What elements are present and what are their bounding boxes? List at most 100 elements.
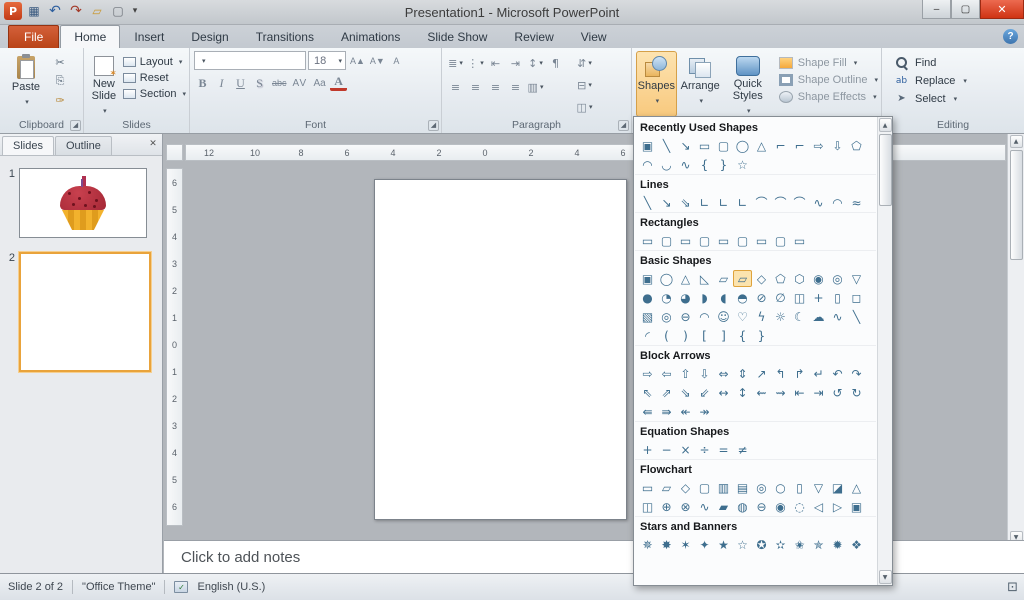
shape-item[interactable]: ⬠	[847, 137, 866, 154]
new-slide-button[interactable]: New Slide	[88, 51, 120, 117]
shape-item[interactable]: ⇔	[714, 365, 733, 382]
shape-item[interactable]: ◯	[733, 137, 752, 154]
replace-button[interactable]: ab Replace	[894, 74, 967, 87]
shape-item[interactable]: ↠	[695, 403, 714, 420]
scrollbar-thumb[interactable]	[1009, 150, 1023, 260]
shape-item[interactable]: ☺	[714, 308, 733, 325]
shape-item[interactable]: ◍	[733, 498, 752, 515]
shape-item[interactable]: ↰	[771, 365, 790, 382]
text-direction-button[interactable]: ¶	[546, 54, 565, 72]
change-case-button[interactable]: Aa	[311, 74, 328, 92]
shape-item[interactable]: ◉	[809, 270, 828, 287]
shape-item[interactable]: {	[695, 156, 714, 173]
shape-item[interactable]: ◺	[695, 270, 714, 287]
shape-outline-button[interactable]: Shape Outline	[778, 74, 878, 86]
shape-item[interactable]: )	[676, 327, 695, 344]
shape-item[interactable]: ◠	[828, 194, 847, 211]
reset-button[interactable]: Reset	[122, 72, 186, 84]
shape-item[interactable]: ✦	[695, 536, 714, 553]
shape-item[interactable]: ⇨	[809, 137, 828, 154]
clipboard-dialog-launcher-icon[interactable]: ◢	[70, 120, 81, 131]
shape-item[interactable]: ∟	[714, 194, 733, 211]
menu-scrollbar-track[interactable]	[878, 132, 892, 570]
shape-item[interactable]: ☼	[771, 308, 790, 325]
arrange-dropdown-arrow-icon[interactable]	[697, 94, 703, 106]
shape-item[interactable]: ▭	[638, 232, 657, 249]
shape-item[interactable]: ∿	[676, 156, 695, 173]
slide-2-thumbnail[interactable]	[19, 252, 151, 372]
shape-item[interactable]: ▭	[714, 232, 733, 249]
paste-dropdown-arrow-icon[interactable]	[23, 95, 29, 107]
shape-item[interactable]: ⇩	[695, 365, 714, 382]
shape-item[interactable]: ✶	[676, 536, 695, 553]
bold-button[interactable]: B	[194, 74, 211, 92]
shape-item[interactable]: ╲	[847, 308, 866, 325]
shape-item[interactable]: ⇕	[733, 365, 752, 382]
font-dialog-launcher-icon[interactable]: ◢	[428, 120, 439, 131]
shape-item[interactable]: ⇘	[676, 194, 695, 211]
shape-item[interactable]: ◔	[657, 289, 676, 306]
shape-item[interactable]: ⇗	[657, 384, 676, 401]
decrease-indent-button[interactable]: ⇤	[486, 54, 505, 72]
shape-item[interactable]: ▽	[847, 270, 866, 287]
tab-slide-show[interactable]: Slide Show	[414, 26, 500, 48]
justify-button[interactable]: ≡	[506, 78, 525, 96]
shapes-menu-scrollbar[interactable]: ▲ ▼	[877, 117, 892, 585]
shape-item[interactable]: ▣	[638, 137, 657, 154]
shape-item[interactable]: ⇙	[695, 384, 714, 401]
shape-item[interactable]: ◪	[828, 479, 847, 496]
tab-transitions[interactable]: Transitions	[243, 26, 327, 48]
shape-item[interactable]: ∅	[771, 289, 790, 306]
copy-button[interactable]: ⎘	[50, 73, 70, 89]
scrollbar-track[interactable]	[1009, 148, 1023, 531]
tab-home[interactable]: Home	[60, 25, 121, 48]
find-button[interactable]: Find	[894, 56, 967, 69]
shape-item[interactable]: ●	[638, 289, 657, 306]
tab-design[interactable]: Design	[178, 26, 241, 48]
shape-item[interactable]: ◁	[809, 498, 828, 515]
shape-item[interactable]: ⌒	[771, 194, 790, 211]
notes-pane[interactable]: Click to add notes	[164, 540, 1024, 573]
shapes-dropdown-arrow-icon[interactable]	[654, 94, 660, 106]
maximize-button[interactable]: ▢	[951, 0, 980, 19]
shape-item[interactable]: ▢	[714, 137, 733, 154]
paragraph-dialog-launcher-icon[interactable]: ◢	[618, 120, 629, 131]
shape-item[interactable]: ▯	[828, 289, 847, 306]
shape-item[interactable]: ↱	[790, 365, 809, 382]
shape-item[interactable]: ✹	[828, 536, 847, 553]
shape-item[interactable]: ↺	[828, 384, 847, 401]
shape-item[interactable]: ✸	[657, 536, 676, 553]
shape-item[interactable]: ▷	[828, 498, 847, 515]
tab-view[interactable]: View	[568, 26, 620, 48]
shape-item[interactable]: ⊖	[676, 308, 695, 325]
quick-styles-button[interactable]: Quick Styles	[724, 51, 772, 117]
shape-item[interactable]: ▣	[847, 498, 866, 515]
text-direction-side-button[interactable]: ⇵	[575, 54, 594, 72]
shape-item[interactable]: ▢	[733, 232, 752, 249]
shape-item[interactable]: ×	[676, 441, 695, 458]
shape-item[interactable]: ◜	[638, 327, 657, 344]
shape-item[interactable]: ↕	[733, 384, 752, 401]
save-icon[interactable]: ▦	[25, 2, 43, 20]
shape-item[interactable]: ◎	[752, 479, 771, 496]
shape-item[interactable]: ▽	[809, 479, 828, 496]
shape-item[interactable]: ⌒	[790, 194, 809, 211]
layout-button[interactable]: Layout	[122, 56, 186, 68]
shapes-button[interactable]: Shapes	[636, 51, 677, 117]
shape-item[interactable]: ◎	[828, 270, 847, 287]
panel-tab-outline[interactable]: Outline	[54, 136, 112, 155]
shape-item[interactable]: ✯	[809, 536, 828, 553]
clear-formatting-button[interactable]: A	[388, 52, 405, 70]
customize-quick-access-icon[interactable]: ▾	[130, 2, 140, 20]
columns-button[interactable]: ▥	[526, 78, 545, 96]
undo-icon[interactable]: ↶	[46, 2, 64, 20]
shape-item[interactable]: ◌	[790, 498, 809, 515]
menu-scroll-down-icon[interactable]: ▼	[878, 570, 892, 584]
shape-item[interactable]: ▧	[638, 308, 657, 325]
tab-file[interactable]: File	[8, 25, 60, 48]
minimize-button[interactable]: –	[922, 0, 951, 19]
numbering-button[interactable]: ⋮	[466, 54, 485, 72]
close-panel-icon[interactable]: ✕	[146, 137, 160, 151]
shape-item[interactable]: −	[657, 441, 676, 458]
shape-item[interactable]: ◫	[638, 498, 657, 515]
